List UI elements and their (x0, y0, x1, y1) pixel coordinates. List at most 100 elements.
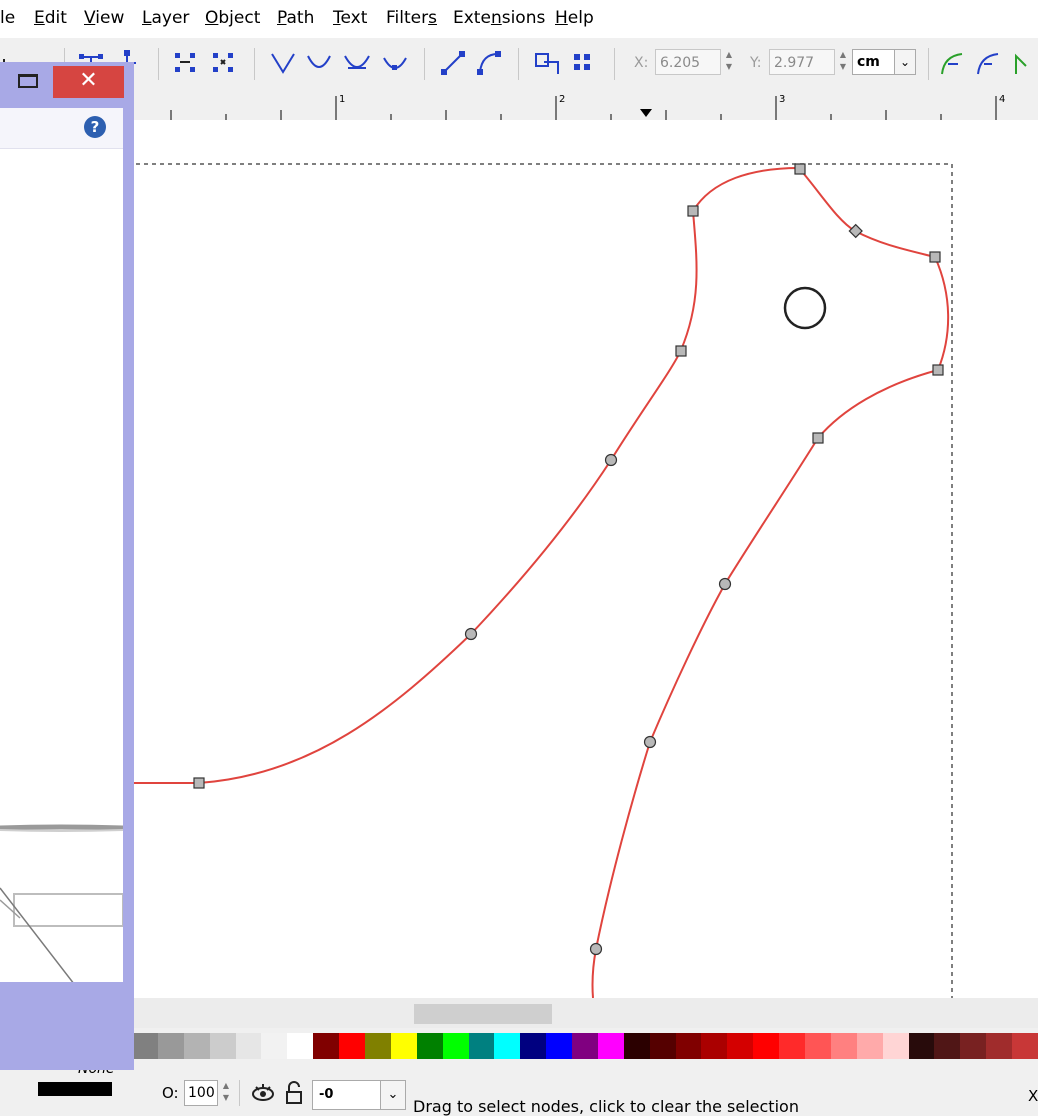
palette-swatch[interactable] (882, 1033, 909, 1059)
horizontal-scrollbar[interactable] (132, 998, 1038, 1028)
cusp-node-icon[interactable] (268, 48, 298, 78)
canvas-drawing[interactable] (132, 120, 1038, 998)
menu-help[interactable]: Help (555, 8, 594, 28)
segment-to-curve-icon[interactable] (474, 48, 504, 78)
join-segment-icon[interactable] (170, 48, 200, 78)
stroke-to-path-icon[interactable] (568, 48, 598, 78)
node-handle[interactable] (812, 432, 824, 444)
menu-extensions[interactable]: Extensions (453, 8, 545, 28)
palette-swatch[interactable] (364, 1033, 391, 1059)
node-handle[interactable] (604, 453, 618, 467)
chevron-down-icon: ⌄ (380, 1081, 405, 1109)
palette-swatch[interactable] (442, 1033, 469, 1059)
node-handle[interactable] (643, 735, 657, 749)
palette-swatch[interactable] (520, 1033, 547, 1059)
palette-swatch[interactable] (701, 1033, 728, 1059)
menu-file[interactable]: le (0, 8, 15, 28)
segment-to-line-icon[interactable] (438, 48, 468, 78)
object-to-path-icon[interactable] (532, 48, 562, 78)
palette-swatch[interactable] (727, 1033, 754, 1059)
palette-swatch[interactable] (209, 1033, 236, 1059)
palette-swatch[interactable] (132, 1033, 158, 1059)
menu-path[interactable]: Path (277, 8, 314, 28)
palette-swatch[interactable] (830, 1033, 857, 1059)
menu-layer[interactable]: Layer (142, 8, 189, 28)
toolbar-separator (254, 48, 255, 80)
palette-swatch[interactable] (157, 1033, 184, 1059)
palette-swatch[interactable] (416, 1033, 443, 1059)
node-handle[interactable] (932, 364, 944, 376)
node-handle[interactable] (687, 205, 699, 217)
maximize-icon[interactable] (18, 74, 38, 88)
layer-select[interactable]: -0 ⌄ (312, 1080, 406, 1110)
palette-swatch[interactable] (779, 1033, 806, 1059)
palette-swatch[interactable] (986, 1033, 1013, 1059)
next-path-effect-icon[interactable] (938, 48, 968, 78)
palette-swatch[interactable] (675, 1033, 702, 1059)
y-spinner[interactable]: ▲ ▼ (837, 49, 849, 75)
opacity-spinner[interactable]: ▲ ▼ (220, 1080, 232, 1106)
unit-value: cm (857, 54, 880, 70)
x-coordinate-label: X: (634, 55, 649, 71)
drawing-canvas[interactable] (132, 120, 1038, 998)
node-handle[interactable] (848, 223, 863, 239)
palette-swatch[interactable] (261, 1033, 288, 1059)
node-handle[interactable] (929, 251, 941, 263)
eye-icon[interactable] (250, 1080, 276, 1106)
palette-swatch[interactable] (468, 1033, 495, 1059)
palette-swatch[interactable] (1012, 1033, 1038, 1059)
node-handle[interactable] (589, 942, 603, 956)
palette-swatch[interactable] (908, 1033, 935, 1059)
node-handle[interactable] (464, 627, 478, 641)
menu-object[interactable]: Object (205, 8, 260, 28)
palette-swatch[interactable] (856, 1033, 883, 1059)
palette-swatch[interactable] (313, 1033, 340, 1059)
palette-swatch[interactable] (597, 1033, 624, 1059)
menu-text[interactable]: Text (333, 8, 367, 28)
palette-swatch[interactable] (934, 1033, 961, 1059)
mask-path-effect-icon[interactable] (1012, 48, 1038, 78)
clip-path-effect-icon[interactable] (974, 48, 1004, 78)
status-message: Drag to select nodes, click to clear the… (413, 1097, 799, 1116)
menu-filters[interactable]: Filters (386, 8, 437, 28)
page-border (136, 163, 953, 998)
opacity-input[interactable]: 100 (184, 1080, 218, 1106)
palette-swatch[interactable] (287, 1033, 314, 1059)
horizontal-ruler: 1 2 3 4 (132, 90, 1038, 120)
menu-bar: le Edit View Layer Object Path Text Filt… (0, 0, 1038, 38)
symmetric-node-icon[interactable] (342, 48, 372, 78)
x-spinner[interactable]: ▲ ▼ (723, 49, 735, 75)
palette-swatch[interactable] (183, 1033, 210, 1059)
palette-swatch[interactable] (572, 1033, 599, 1059)
palette-swatch[interactable] (494, 1033, 521, 1059)
palette-swatch[interactable] (649, 1033, 676, 1059)
smooth-node-icon[interactable] (304, 48, 334, 78)
node-handle[interactable] (193, 777, 205, 789)
close-button[interactable]: ✕ (53, 66, 124, 98)
lock-icon[interactable] (284, 1080, 304, 1106)
menu-view[interactable]: View (84, 8, 124, 28)
node-handle[interactable] (718, 577, 732, 591)
palette-swatch[interactable] (235, 1033, 262, 1059)
palette-swatch[interactable] (960, 1033, 987, 1059)
menu-edit[interactable]: Edit (34, 8, 67, 28)
fill-swatch[interactable] (38, 1082, 112, 1096)
palette-swatch[interactable] (339, 1033, 366, 1059)
palette-swatch[interactable] (546, 1033, 573, 1059)
scrollbar-thumb[interactable] (414, 1004, 552, 1024)
palette-swatch[interactable] (753, 1033, 780, 1059)
x-coordinate-input[interactable]: 6.205 (655, 49, 721, 75)
y-coordinate-input[interactable]: 2.977 (769, 49, 835, 75)
palette-swatch[interactable] (623, 1033, 650, 1059)
palette-swatch[interactable] (390, 1033, 417, 1059)
toolbar-separator (518, 48, 519, 80)
unit-select[interactable]: cm ⌄ (852, 49, 916, 75)
selected-path[interactable] (132, 166, 950, 998)
node-handle[interactable] (794, 163, 806, 175)
ruler-mark: 4 (999, 94, 1006, 105)
status-bar: None O: 100 ▲▼ -0 ⌄ Drag to select nodes… (0, 1061, 1038, 1116)
node-handle[interactable] (675, 345, 687, 357)
palette-swatch[interactable] (805, 1033, 832, 1059)
delete-segment-icon[interactable] (208, 48, 238, 78)
auto-smooth-node-icon[interactable] (380, 48, 410, 78)
